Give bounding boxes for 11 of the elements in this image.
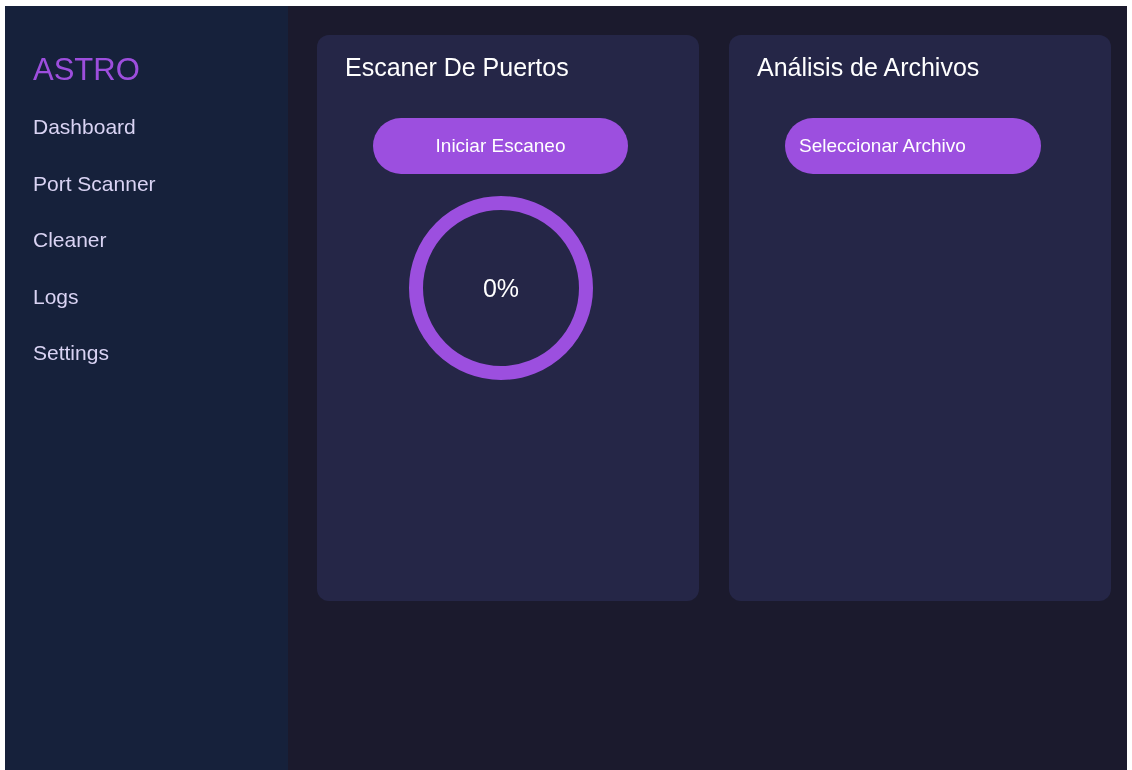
app-logo: ASTRO [33, 52, 140, 88]
sidebar-item[interactable]: Logs [33, 284, 79, 341]
card-title: Escaner De Puertos [345, 53, 569, 82]
sidebar-item[interactable]: Port Scanner [33, 171, 156, 228]
sidebar-item[interactable]: Cleaner [33, 228, 107, 285]
sidebar-item[interactable]: Settings [33, 341, 109, 398]
card-title: Análisis de Archivos [757, 53, 980, 82]
action-button[interactable]: Seleccionar Archivo [785, 118, 1041, 174]
sidebar-item[interactable]: Dashboard [33, 115, 136, 172]
progress-percent: 0% [482, 273, 520, 303]
action-button[interactable]: Iniciar Escaneo [373, 118, 628, 174]
